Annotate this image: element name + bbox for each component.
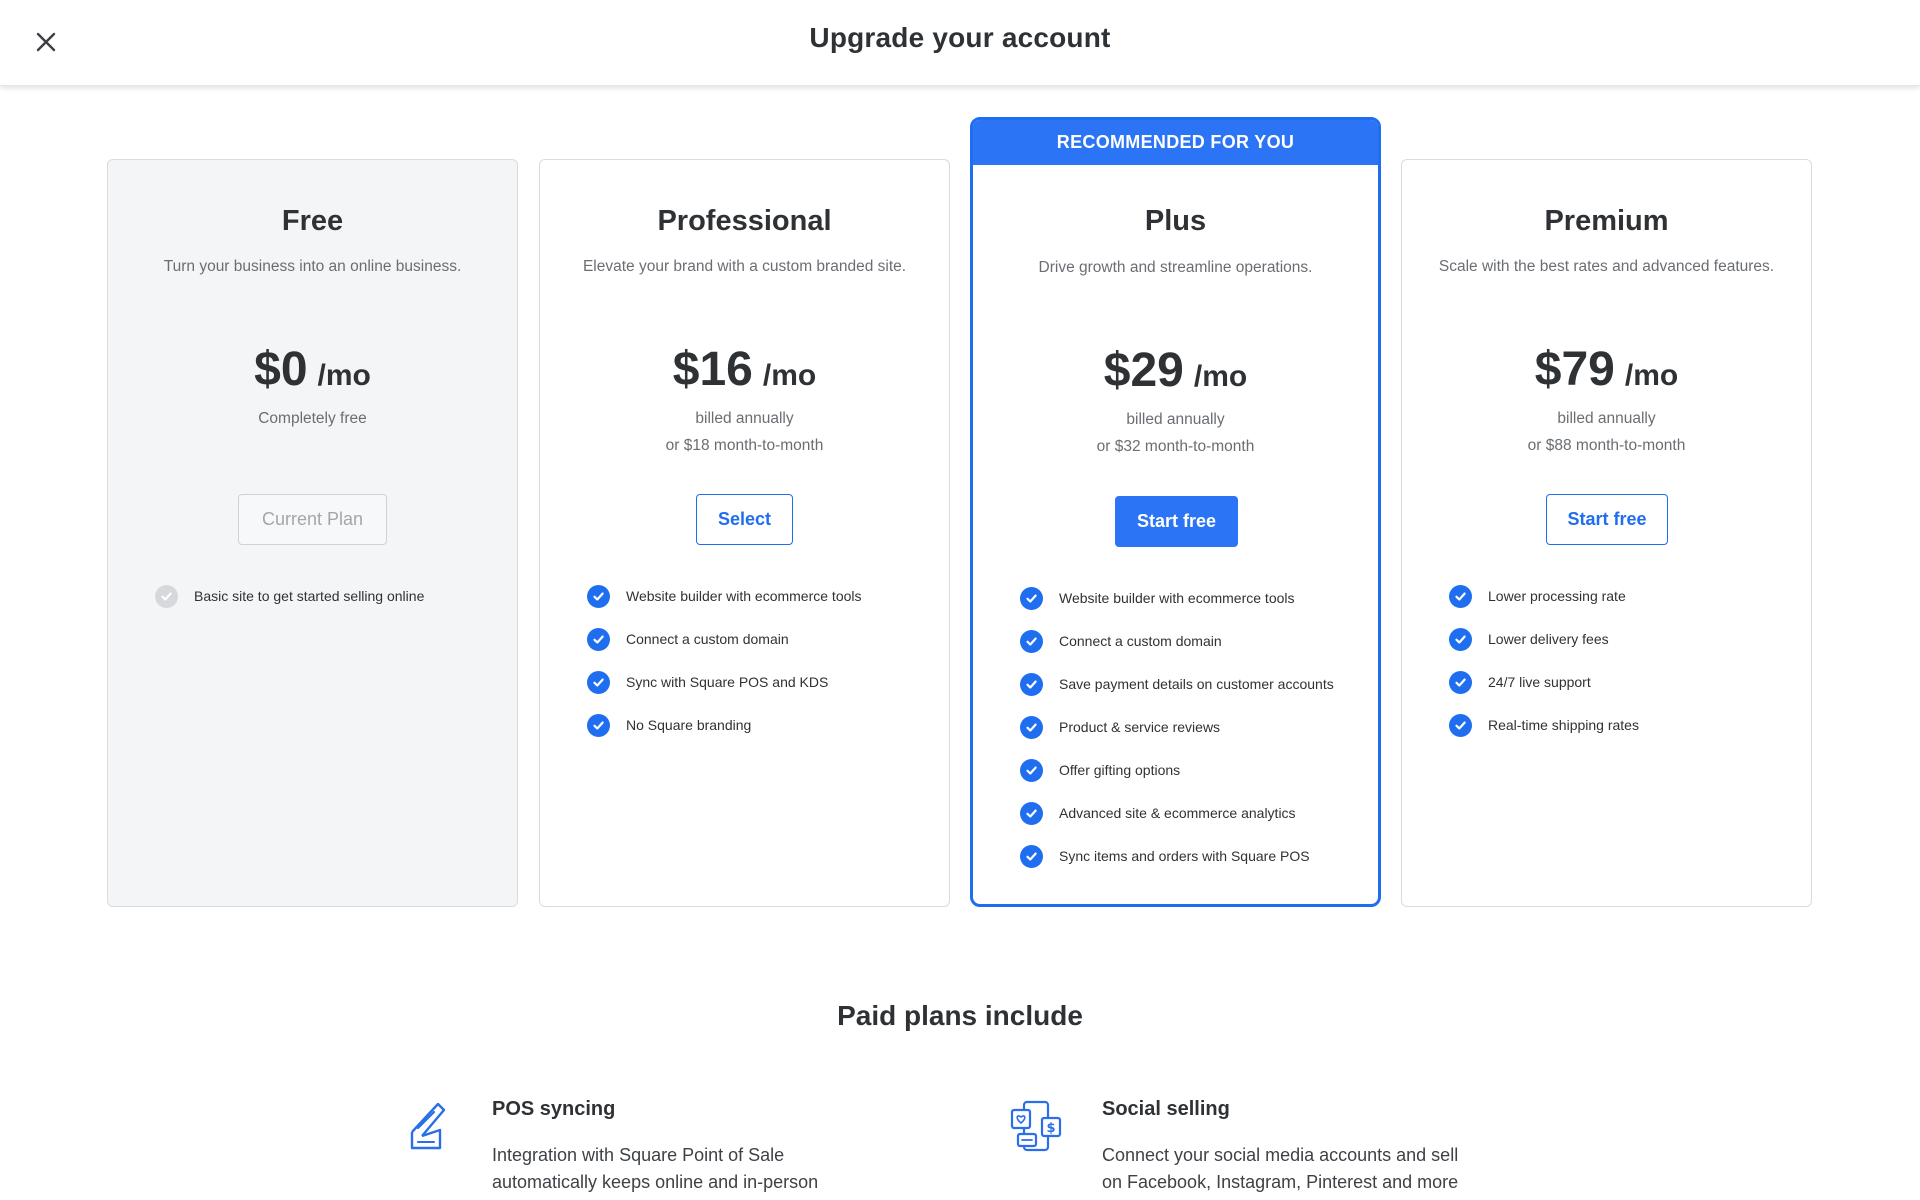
plan-price: $79/mo [1402,342,1811,397]
svg-text:$: $ [1046,1121,1055,1136]
social-selling-icon: $ [1010,1100,1062,1152]
feature-label: Connect a custom domain [1059,633,1222,649]
check-icon [587,627,610,651]
plan-name: Premium [1544,205,1669,237]
feature-label: 24/7 live support [1488,674,1591,690]
benefit-description: Connect your social media accounts and s… [1102,1145,1459,1192]
plan-name: Plus [1144,205,1207,237]
check-icon [1449,670,1472,694]
feature-item: Connect a custom domain [587,626,789,652]
current-plan-button[interactable]: Current Plan [238,494,387,545]
check-icon [1020,844,1043,868]
feature-item: No Square branding [587,712,751,738]
plan-price: $29/mo [973,343,1378,398]
check-icon [1449,627,1472,651]
plan-card-premium: Premium Scale with the best rates and ad… [1401,159,1812,907]
check-icon [587,584,610,608]
plan-name: Free [281,205,344,237]
price-period: /mo [762,359,817,392]
plan-description: Elevate your brand with a custom branded… [582,258,907,275]
plan-price: $0/mo [108,342,517,397]
price-period: /mo [1193,360,1248,393]
price-period: /mo [1624,359,1679,392]
feature-label: No Square branding [626,717,752,733]
feature-label: Advanced site & ecommerce analytics [1059,805,1296,821]
feature-item: 24/7 live support [1449,669,1591,695]
billing-note-monthly: or $88 month-to-month [1527,437,1686,454]
start-free-button[interactable]: Start free [1115,496,1238,547]
plan-description: Turn your business into an online busine… [163,258,462,275]
check-icon [155,584,178,608]
plan-name: Professional [657,205,832,237]
check-icon [587,713,610,737]
feature-item: Product & service reviews [1020,714,1220,740]
feature-label: Real-time shipping rates [1488,717,1639,733]
feature-item: Sync with Square POS and KDS [587,669,828,695]
feature-label: Website builder with ecommerce tools [626,588,862,604]
benefit-title: Social selling [1102,1098,1230,1120]
billing-note: billed annually [1557,410,1656,427]
price-amount: $16 [672,343,753,396]
plan-price: $16/mo [540,342,949,397]
feature-item: Lower processing rate [1449,583,1626,609]
feature-label: Sync items and orders with Square POS [1059,848,1310,864]
start-free-button[interactable]: Start free [1546,494,1668,545]
feature-item: Website builder with ecommerce tools [587,583,862,609]
billing-note-monthly: or $18 month-to-month [665,437,824,454]
price-amount: $79 [1534,343,1615,396]
paid-plans-title: Paid plans include [837,1000,1083,1031]
benefit-description: Integration with Square Point of Sale au… [492,1145,819,1192]
feature-label: Sync with Square POS and KDS [626,674,829,690]
feature-item: Real-time shipping rates [1449,712,1639,738]
feature-item: Connect a custom domain [1020,628,1222,654]
feature-item: Advanced site & ecommerce analytics [1020,800,1296,826]
plan-description: Scale with the best rates and advanced f… [1438,258,1775,275]
feature-label: Product & service reviews [1059,719,1221,735]
feature-label: Basic site to get started selling online [194,588,425,604]
check-icon [1020,586,1043,610]
feature-item: Sync items and orders with Square POS [1020,843,1310,869]
plan-card-professional: Professional Elevate your brand with a c… [539,159,950,907]
check-icon [587,670,610,694]
price-amount: $0 [254,343,308,396]
check-icon [1449,713,1472,737]
billing-note: billed annually [1126,411,1225,428]
feature-label: Offer gifting options [1059,762,1181,778]
top-bar: Upgrade your account [0,0,1920,86]
feature-label: Save payment details on customer account… [1059,676,1334,692]
feature-item: Website builder with ecommerce tools [1020,585,1295,611]
plan-description: Drive growth and streamline operations. [1038,259,1313,276]
feature-label: Lower delivery fees [1488,631,1609,647]
price-amount: $29 [1103,344,1184,397]
feature-item: Basic site to get started selling online [155,583,424,609]
feature-label: Connect a custom domain [626,631,789,647]
check-icon [1449,584,1472,608]
check-icon [1020,715,1043,739]
check-icon [1020,801,1043,825]
billing-note-monthly: or $32 month-to-month [1096,438,1255,455]
plan-card-plus: RECOMMENDED FOR YOU Plus Drive growth an… [970,117,1381,907]
feature-label: Website builder with ecommerce tools [1059,590,1295,606]
benefit-title: POS syncing [492,1098,616,1120]
check-icon [1020,758,1043,782]
plan-card-free: Free Turn your business into an online b… [107,159,518,907]
feature-item: Lower delivery fees [1449,626,1609,652]
feature-item: Save payment details on customer account… [1020,671,1334,697]
page-title: Upgrade your account [809,22,1111,53]
feature-item: Offer gifting options [1020,757,1180,783]
recommended-badge: RECOMMENDED FOR YOU [973,120,1378,165]
feature-label: Lower processing rate [1488,588,1626,604]
billing-note: billed annually [695,410,794,427]
check-icon [1020,672,1043,696]
check-icon [1020,629,1043,653]
pos-terminal-icon [410,1102,446,1150]
billing-note: Completely free [258,410,367,427]
select-button[interactable]: Select [696,494,793,545]
price-period: /mo [317,359,371,392]
